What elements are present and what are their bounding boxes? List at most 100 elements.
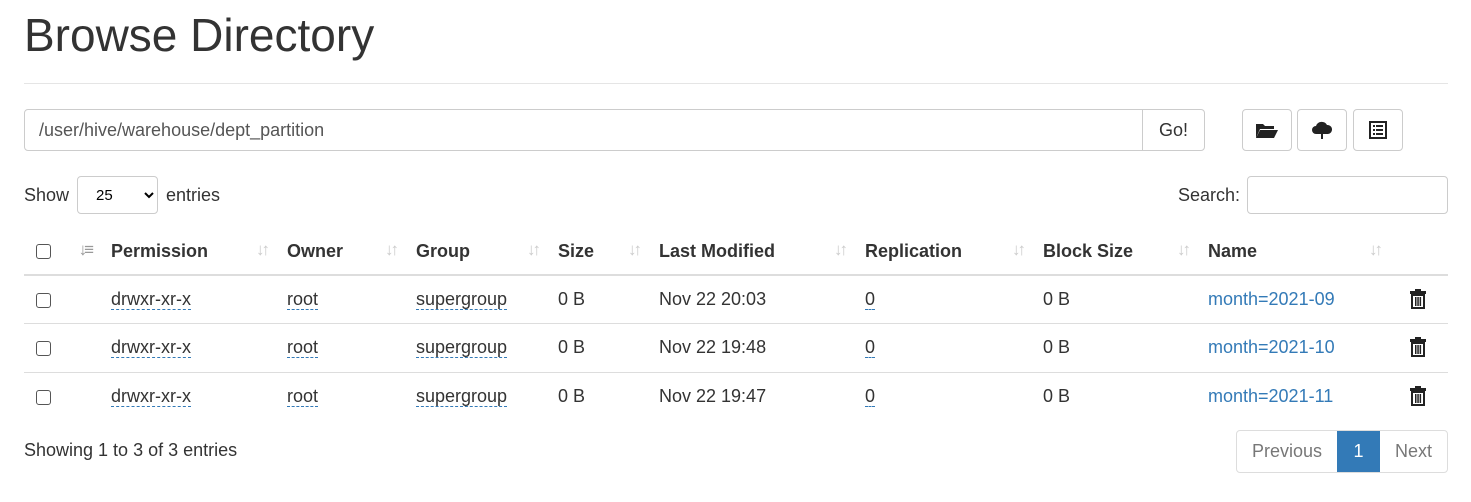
group-link[interactable]: supergroup: [416, 289, 508, 310]
header-last-modified[interactable]: Last Modified ↓↑: [651, 228, 857, 276]
sort-icon: ↓↑: [834, 240, 848, 259]
path-bar: Go!: [24, 109, 1205, 151]
modified-cell: Nov 22 19:48: [651, 323, 857, 372]
size-cell: 0 B: [558, 289, 586, 309]
row-select-cell: [24, 323, 64, 372]
header-name[interactable]: Name ↓↑: [1200, 228, 1392, 276]
owner-cell: root: [279, 323, 408, 372]
group-cell: supergroup: [408, 371, 550, 421]
trash-icon[interactable]: [1410, 288, 1426, 309]
search-label: Search:: [1177, 184, 1240, 205]
modified-cell: Nov 22 19:47: [651, 371, 857, 421]
replication-cell: 0: [857, 323, 1035, 372]
header-label: Block Size: [1043, 240, 1134, 261]
go-button[interactable]: Go!: [1142, 110, 1204, 150]
delete-cell: [1392, 371, 1448, 421]
name-link[interactable]: month=2021-10: [1208, 337, 1335, 357]
header-label: Permission: [111, 240, 209, 261]
table-info: Showing 1 to 3 of 3 entries: [24, 440, 238, 460]
sort-icon: ↓↑: [1012, 240, 1026, 259]
name-link[interactable]: month=2021-09: [1208, 289, 1335, 309]
trash-icon[interactable]: [1410, 385, 1426, 406]
upload-button[interactable]: [1297, 109, 1347, 151]
size-cell: 0 B: [550, 323, 651, 372]
header-group[interactable]: Group ↓↑: [408, 228, 550, 276]
cut-paste-button[interactable]: [1353, 109, 1403, 151]
header-label: Name: [1208, 240, 1258, 261]
page-title: Browse Directory: [24, 9, 375, 61]
group-cell: supergroup: [408, 323, 550, 372]
header-permission[interactable]: Permission ↓↑: [103, 228, 279, 276]
permission-link[interactable]: drwxr-xr-x: [111, 289, 191, 310]
folder-open-icon: [1256, 124, 1278, 138]
next-button[interactable]: Next: [1380, 431, 1447, 472]
block-size-cell: 0 B: [1035, 323, 1200, 372]
row-select-cell: [24, 275, 64, 324]
header-replication[interactable]: Replication ↓↑: [857, 228, 1035, 276]
delete-cell: [1392, 275, 1448, 324]
table-row: drwxr-xr-x root supergroup 0 B Nov 22 19…: [24, 323, 1448, 372]
header-actions: [1392, 228, 1448, 276]
sort-icon: ↓↑: [1369, 240, 1383, 259]
block-size-cell: 0 B: [1035, 371, 1200, 421]
sort-icon: ↓↑: [1177, 240, 1191, 259]
header-block-size[interactable]: Block Size ↓↑: [1035, 228, 1200, 276]
select-all-checkbox[interactable]: [36, 244, 51, 260]
owner-link[interactable]: root: [287, 337, 319, 359]
list-icon: [1369, 121, 1387, 139]
trash-icon[interactable]: [1410, 336, 1426, 357]
owner-cell: root: [279, 275, 408, 324]
owner-link[interactable]: root: [287, 386, 319, 407]
entries-label: entries: [166, 184, 221, 205]
page-1-button[interactable]: 1: [1336, 431, 1380, 472]
owner-cell: root: [279, 371, 408, 421]
block-size-cell: 0 B: [1043, 289, 1071, 309]
replication-link[interactable]: 0: [865, 289, 876, 310]
table-row: drwxr-xr-x root supergroup 0 B Nov 22 19…: [24, 371, 1448, 421]
permission-link[interactable]: drwxr-xr-x: [111, 386, 191, 407]
permission-cell: drwxr-xr-x: [103, 275, 279, 324]
delete-cell: [1392, 323, 1448, 372]
name-cell: month=2021-09: [1200, 275, 1392, 324]
search-input[interactable]: [1247, 176, 1448, 214]
sort-icon: ↓↑: [527, 240, 541, 259]
sort-default-header[interactable]: ↓≡: [64, 228, 103, 276]
table-header-row: ↓≡ Permission ↓↑ Owner ↓↑ Group ↓↑ Size ↓↑ L…: [24, 228, 1448, 276]
pagination: Previous 1 Next: [1235, 430, 1448, 473]
cloud-upload-icon: [1312, 121, 1333, 139]
permission-cell: drwxr-xr-x: [103, 371, 279, 421]
sort-icon: ↓↑: [256, 240, 270, 259]
header-owner[interactable]: Owner ↓↑: [279, 228, 408, 276]
spacer-cell: [64, 275, 103, 324]
size-cell: 0 B: [550, 371, 651, 421]
header-size[interactable]: Size ↓↑: [550, 228, 651, 276]
name-link[interactable]: month=2021-11: [1208, 386, 1333, 406]
replication-link[interactable]: 0: [865, 337, 876, 359]
group-link[interactable]: supergroup: [416, 386, 508, 407]
path-input[interactable]: [25, 110, 1142, 150]
search-control: Search:: [1178, 176, 1448, 214]
row-checkbox[interactable]: [36, 341, 51, 356]
spacer-cell: [64, 371, 103, 421]
spacer-cell: [64, 323, 103, 372]
group-link[interactable]: supergroup: [416, 337, 508, 359]
page-length-select[interactable]: 25: [77, 176, 159, 214]
sort-asc-icon: ↓≡: [78, 240, 95, 259]
create-directory-button[interactable]: [1242, 109, 1292, 151]
name-cell: month=2021-10: [1200, 323, 1392, 372]
header-label: Group: [416, 240, 470, 261]
sort-icon: ↓↑: [628, 240, 642, 259]
sort-icon: ↓↑: [385, 240, 399, 259]
row-checkbox[interactable]: [36, 389, 51, 405]
permission-cell: drwxr-xr-x: [103, 323, 279, 372]
replication-link[interactable]: 0: [865, 386, 876, 407]
previous-button[interactable]: Previous: [1237, 431, 1337, 472]
owner-link[interactable]: root: [287, 289, 319, 310]
row-select-cell: [24, 371, 64, 421]
select-all-header[interactable]: [24, 228, 64, 276]
permission-link[interactable]: drwxr-xr-x: [111, 337, 191, 359]
header-label: Owner: [287, 240, 344, 261]
row-checkbox[interactable]: [36, 292, 51, 308]
page-length-control: Show 25 entries: [24, 176, 220, 214]
replication-cell: 0: [857, 275, 1035, 324]
